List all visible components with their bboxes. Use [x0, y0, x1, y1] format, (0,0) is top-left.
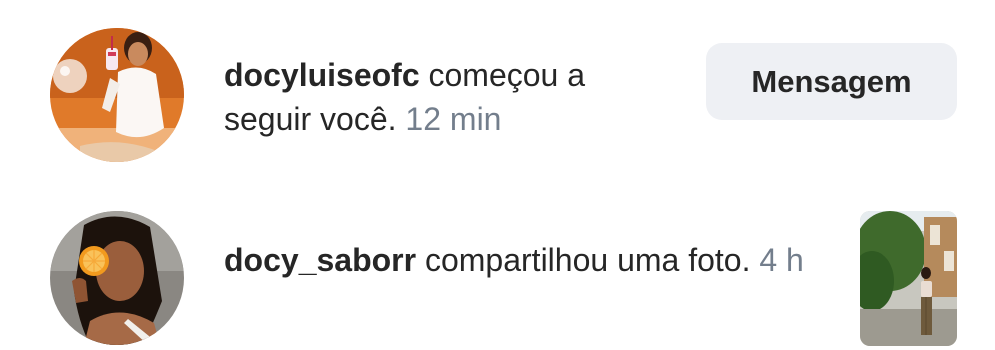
- notification-text: docyluiseofc começou a seguir você. 12 m…: [224, 53, 664, 141]
- timestamp: 4 h: [759, 242, 804, 278]
- notification-action: compartilhou uma foto.: [424, 242, 751, 278]
- notification-text: docy_saborr compartilhou uma foto. 4 h: [224, 238, 834, 282]
- profile-photo-icon: [50, 28, 184, 162]
- message-button[interactable]: Mensagem: [706, 43, 957, 120]
- avatar[interactable]: [50, 28, 184, 162]
- username[interactable]: docyluiseofc: [224, 57, 420, 93]
- profile-photo-icon: [50, 211, 184, 345]
- username[interactable]: docy_saborr: [224, 242, 416, 278]
- timestamp: 12 min: [405, 101, 502, 137]
- post-thumbnail[interactable]: [860, 211, 957, 346]
- avatar[interactable]: [50, 211, 184, 345]
- post-photo-icon: [860, 211, 957, 346]
- notification-shared-photo[interactable]: docy_saborr compartilhou uma foto. 4 h: [0, 180, 995, 350]
- notification-follow[interactable]: docyluiseofc começou a seguir você. 12 m…: [0, 0, 995, 180]
